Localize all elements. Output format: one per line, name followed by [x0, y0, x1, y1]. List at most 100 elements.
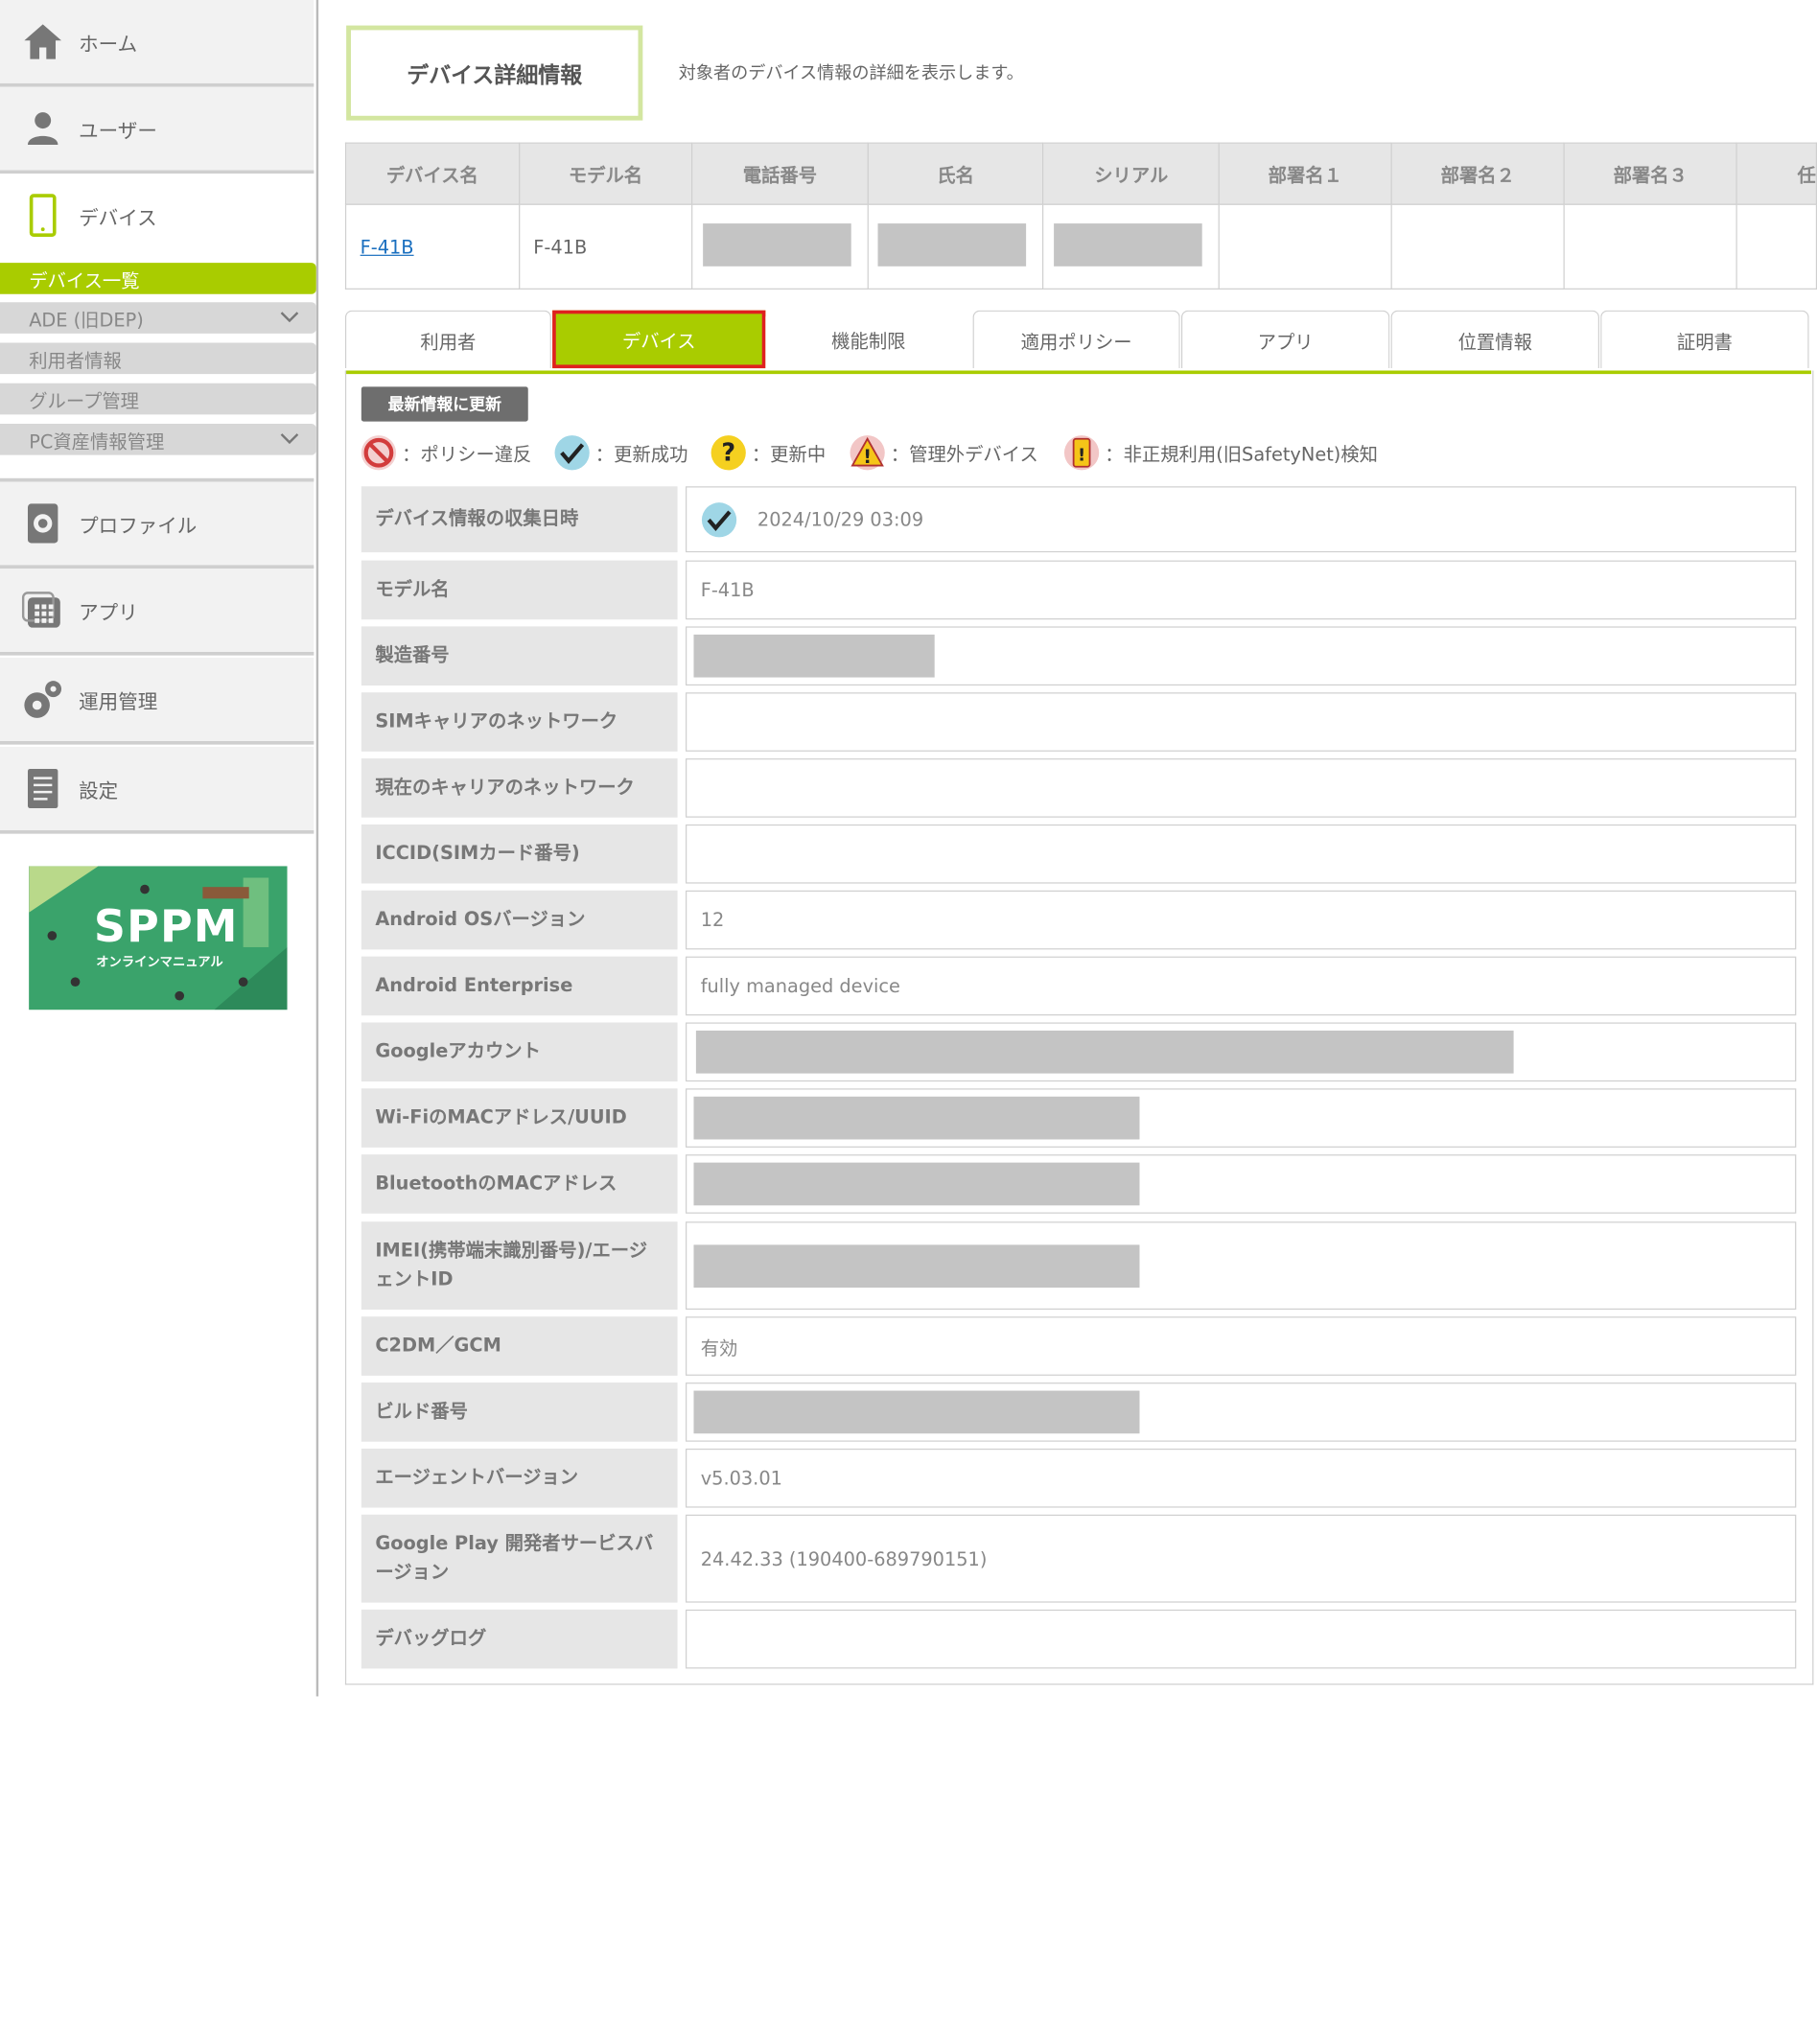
column-header[interactable]: シリアル: [1042, 142, 1220, 205]
sidebar-item-profile[interactable]: プロファイル: [0, 477, 314, 569]
detail-value-bluetooth-mac: [686, 1154, 1797, 1214]
sidebar-item-home[interactable]: ホーム: [0, 0, 314, 87]
legend-unmanaged-device: ! ：管理外デバイス: [849, 434, 1038, 472]
column-header[interactable]: モデル名: [518, 142, 693, 205]
dept2-cell: [1390, 203, 1565, 290]
sppm-manual-banner[interactable]: SPPM オンラインマニュアル: [29, 866, 288, 1010]
legend-label: ：更新中: [751, 443, 827, 466]
tab-applied-policy[interactable]: 適用ポリシー: [972, 310, 1180, 369]
column-header[interactable]: 部署名３: [1563, 142, 1737, 205]
subitem-device-list[interactable]: デバイス一覧: [0, 263, 316, 294]
subitem-pc-asset[interactable]: PC資産情報管理: [0, 424, 316, 455]
tab-location[interactable]: 位置情報: [1390, 310, 1599, 369]
detail-tabs: 利用者 デバイス 機能制限 適用ポリシー アプリ 位置情報 証明書: [344, 310, 1811, 375]
sidebar: ホーム ユーザー デバイス デバイス一覧 ADE (旧DEP) 利用者情報 グル…: [0, 0, 319, 1697]
detail-label-build-number: ビルド番号: [361, 1382, 678, 1442]
subitem-label: ADE (旧DEP): [29, 308, 144, 331]
table-row: F-41B F-41B: [344, 203, 1817, 290]
table-header-row: デバイス名 モデル名 電話番号 氏名 シリアル 部署名１ 部署名２ 部署名３ 任: [344, 142, 1817, 205]
redacted-block: [693, 1390, 1140, 1434]
legend-policy-violation: ：ポリシー違反: [361, 434, 531, 472]
sidebar-item-label: ユーザー: [79, 120, 157, 144]
subitem-label: グループ管理: [29, 389, 139, 412]
column-header[interactable]: 部署名２: [1390, 142, 1565, 205]
detail-label-google-account: Googleアカウント: [361, 1022, 678, 1082]
sidebar-item-apps[interactable]: アプリ: [0, 569, 314, 656]
profile-gear-icon: [21, 501, 65, 546]
legend-label: ：非正規利用(旧SafetyNet)検知: [1105, 443, 1378, 466]
detail-value-os-version: 12: [686, 890, 1797, 950]
redacted-block: [693, 634, 935, 678]
sidebar-item-users[interactable]: ユーザー: [0, 86, 314, 174]
redacted-block: [703, 222, 851, 267]
update-success-icon: [701, 501, 737, 537]
sidebar-item-label: プロファイル: [79, 514, 198, 539]
detail-label-bluetooth-mac: BluetoothのMACアドレス: [361, 1154, 678, 1214]
home-icon: [21, 20, 65, 64]
legend-unauthorized-use: ! ：非正規利用(旧SafetyNet)検知: [1063, 434, 1378, 472]
detail-label-play-services-version: Google Play 開発者サービスバージョン: [361, 1514, 678, 1603]
detail-value-android-enterprise: fully managed device: [686, 956, 1797, 1016]
tab-device[interactable]: デバイス: [552, 310, 766, 369]
collected-at-text: 2024/10/29 03:09: [757, 508, 924, 531]
detail-value-imei: [686, 1221, 1797, 1311]
tab-restrictions[interactable]: 機能制限: [765, 310, 972, 369]
svg-text:!: !: [1078, 446, 1085, 466]
svg-text:!: !: [863, 446, 872, 468]
detail-value-agent-version: v5.03.01: [686, 1448, 1797, 1508]
dept3-cell: [1563, 203, 1737, 290]
legend-update-success: ：更新成功: [553, 434, 687, 472]
refresh-button[interactable]: 最新情報に更新: [361, 386, 528, 422]
column-header[interactable]: 電話番号: [691, 142, 869, 205]
detail-value-debug-log: [686, 1609, 1797, 1669]
detail-value-iccid: [686, 824, 1797, 884]
detail-value-wifi-mac: [686, 1088, 1797, 1148]
detail-label-wifi-mac: Wi-FiのMACアドレス/UUID: [361, 1088, 678, 1148]
legend-label: ：管理外デバイス: [890, 443, 1038, 466]
chevron-down-icon: [280, 312, 299, 323]
device-name-cell: F-41B: [344, 203, 520, 290]
subitem-label: デバイス一覧: [29, 268, 140, 291]
unauthorized-use-icon: !: [1063, 435, 1100, 471]
serial-cell: [1042, 203, 1220, 290]
sidebar-item-devices[interactable]: デバイス: [0, 174, 314, 258]
sidebar-item-label: デバイス: [79, 206, 157, 230]
detail-value-play-services-version: 24.42.33 (190400-689790151): [686, 1514, 1797, 1603]
detail-label-imei: IMEI(携帯端末識別番号)/エージェントID: [361, 1221, 678, 1311]
sidebar-item-label: アプリ: [79, 601, 138, 625]
svg-text:?: ?: [721, 438, 735, 467]
detail-label-os-version: Android OSバージョン: [361, 890, 678, 950]
device-name-link[interactable]: F-41B: [361, 236, 414, 258]
column-header[interactable]: 部署名１: [1218, 142, 1392, 205]
detail-value-model: F-41B: [686, 560, 1797, 620]
redacted-block: [693, 1243, 1140, 1288]
tab-user[interactable]: 利用者: [344, 310, 551, 369]
detail-value-c2dm-gcm: 有効: [686, 1316, 1797, 1376]
column-header[interactable]: デバイス名: [344, 142, 520, 205]
tab-certificates[interactable]: 証明書: [1600, 310, 1809, 369]
subitem-user-info[interactable]: 利用者情報: [0, 342, 316, 375]
detail-label-debug-log: デバッグログ: [361, 1609, 678, 1669]
sidebar-item-operations[interactable]: 運用管理: [0, 658, 314, 745]
column-header[interactable]: 氏名: [867, 142, 1044, 205]
extra-cell: [1735, 203, 1817, 290]
redacted-block: [693, 1096, 1140, 1140]
detail-label-iccid: ICCID(SIMカード番号): [361, 824, 678, 884]
subitem-group-management[interactable]: グループ管理: [0, 383, 316, 415]
redacted-block: [1054, 222, 1203, 267]
user-icon: [21, 106, 65, 151]
policy-violation-icon: [361, 435, 397, 471]
column-header[interactable]: 任: [1735, 142, 1817, 205]
redacted-block: [695, 1030, 1514, 1074]
detail-value-current-carrier: [686, 758, 1797, 818]
legend-updating: ? ：更新中: [710, 434, 826, 472]
page-description: 対象者のデバイス情報の詳細を表示します。: [678, 62, 1024, 83]
detail-label-c2dm-gcm: C2DM／GCM: [361, 1316, 678, 1376]
detail-value-collected-at: 2024/10/29 03:09: [686, 486, 1797, 553]
sidebar-item-settings[interactable]: 設定: [0, 747, 314, 834]
legend-label: ：更新成功: [594, 443, 688, 466]
subitem-ade[interactable]: ADE (旧DEP): [0, 302, 316, 334]
chevron-down-icon: [280, 433, 299, 445]
tab-apps[interactable]: アプリ: [1180, 310, 1390, 369]
sidebar-item-label: ホーム: [79, 33, 138, 57]
